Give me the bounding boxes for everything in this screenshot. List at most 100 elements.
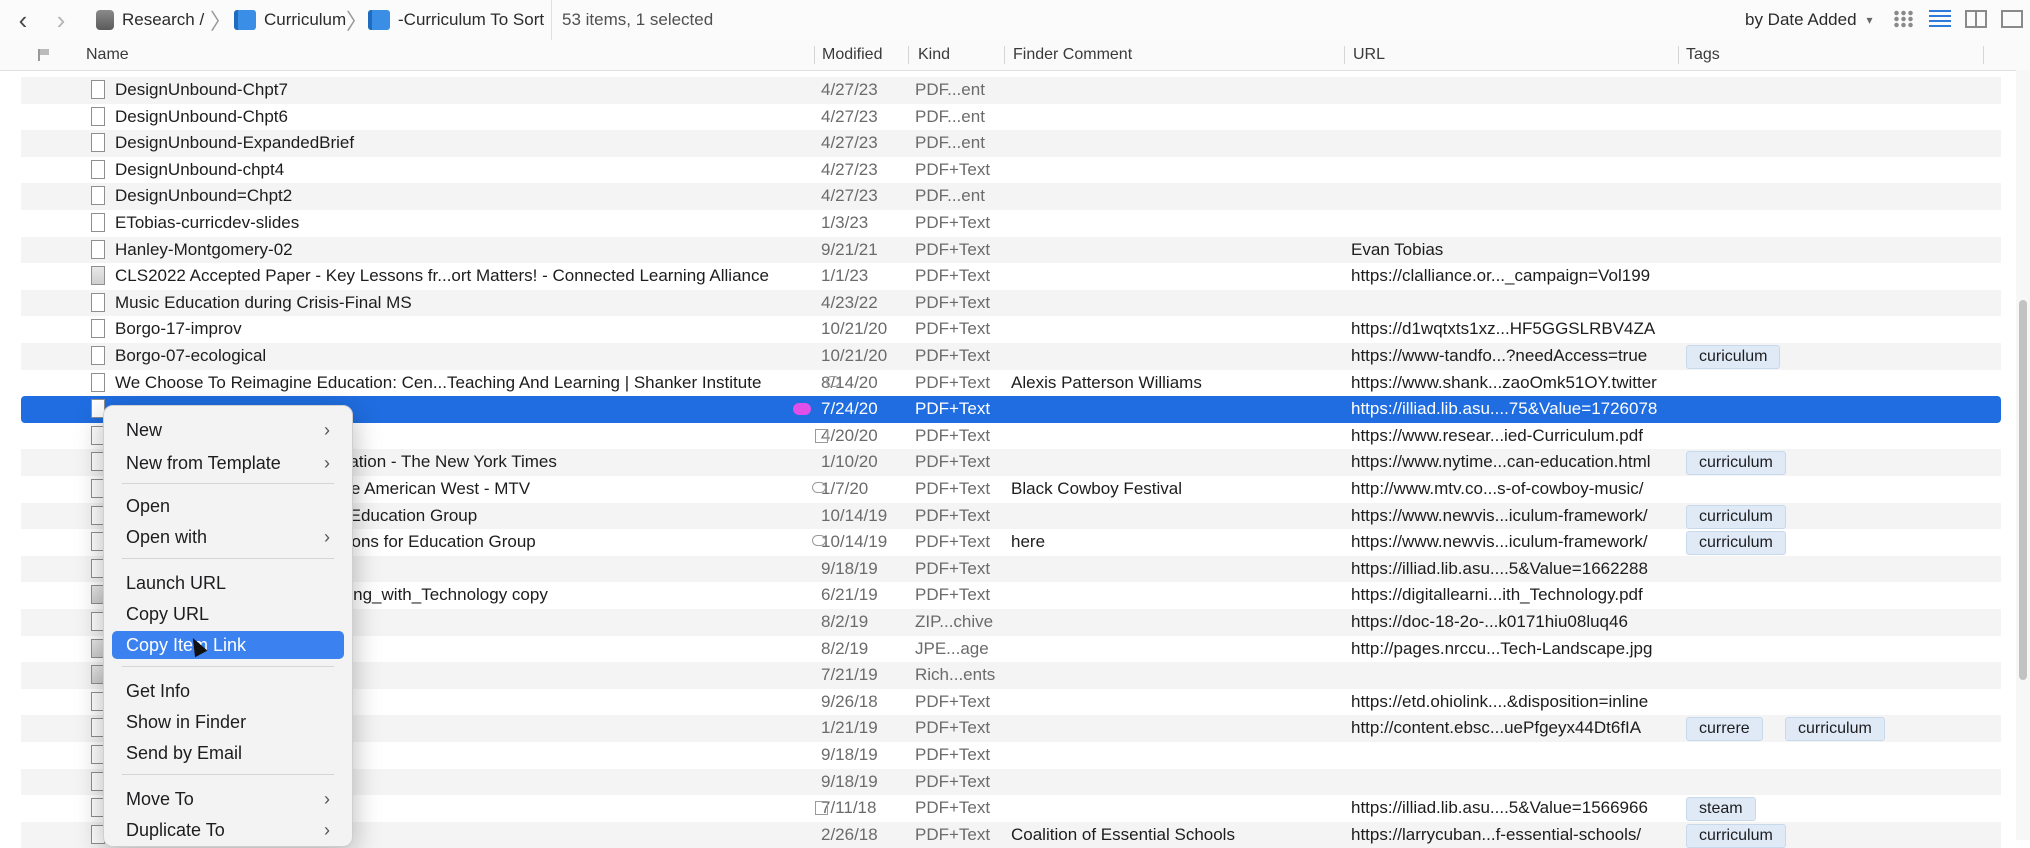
column-finder-comment[interactable]: Finder Comment [1013,40,1132,70]
table-row[interactable]: DesignUnbound-chpt4 4/27/23 PDF+Text [21,157,2001,184]
menu-item-copy-item-link[interactable]: Copy Item Link [112,631,344,659]
cell-finder-comment [1011,290,1341,317]
table-row[interactable]: DesignUnbound=Chpt2 4/27/23 PDF...ent [21,183,2001,210]
column-divider [908,46,909,64]
menu-item-get-info[interactable]: Get Info [112,677,344,705]
scrollbar-track[interactable] [2016,70,2030,840]
split-view-icon[interactable] [2001,10,2023,28]
cell-url: https://www.newvis...iculum-framework/ [1351,532,1648,552]
cell-url: https://digitallearni...ith_Technology.p… [1351,585,1643,605]
icon-view-icon[interactable] [1893,10,1915,28]
column-name[interactable]: Name [86,40,129,70]
cell-url [1351,183,1696,210]
table-row[interactable]: CLS2022 Accepted Paper - Key Lessons fr.… [21,263,2001,290]
cell-modified: 10/21/20 [821,319,888,339]
menu-item-open-with[interactable]: Open with › [112,523,344,551]
document-icon [91,346,105,365]
document-icon [91,133,105,153]
cell-finder-comment [1011,77,1341,104]
tag-badge[interactable]: curiculum [1686,345,1781,369]
table-row[interactable]: Borgo-07-ecological 10/21/20 PDF+Text https… [21,343,2001,370]
table-row[interactable]: Hanley-Montgomery-02 9/21/21 PDF+Text Evan … [21,236,2001,264]
forward-button[interactable]: › [50,0,72,40]
cell-modified: 2/26/18 [821,824,878,844]
tag-badge[interactable]: curriculum [1686,531,1786,556]
column-modified[interactable]: Modified [822,40,882,70]
menu-item-open[interactable]: Open [112,492,344,520]
cell-url: https://doc-18-2o-...k0171hiu08luq46 [1351,612,1628,631]
cell-modified: 9/18/19 [821,558,878,578]
cell-modified: 4/27/23 [821,80,878,99]
cell-finder-comment [1011,183,1341,210]
menu-item-new[interactable]: New › [112,416,344,444]
cell-finder-comment [1011,636,1341,663]
cell-finder-comment [1011,449,1341,476]
breadcrumb-research[interactable]: Research / [96,0,204,40]
menu-separator [122,774,334,775]
menu-item-copy-url[interactable]: Copy URL [112,600,344,628]
toolbar-divider [551,0,552,40]
back-button[interactable]: ‹ [12,0,34,40]
column-tags[interactable]: Tags [1686,40,1720,70]
menu-item-launch-url[interactable]: Launch URL [112,569,344,597]
tag-badge[interactable]: currere [1686,717,1763,742]
cell-finder-comment [1011,556,1341,583]
menu-item-label: Get Info [126,681,191,701]
table-row[interactable]: Music Education during Crisis-Final MS 4/… [21,289,2001,317]
chevron-right-icon: › [324,453,330,473]
column-kind[interactable]: Kind [918,40,950,70]
tag-badge[interactable]: curriculum [1686,451,1786,476]
cell-finder-comment [1011,396,1341,423]
cell-kind: PDF+Text [915,239,991,259]
scrollbar-thumb[interactable] [2019,300,2027,680]
chevron-down-icon: ▾ [1866,13,1873,27]
table-row[interactable]: Borgo-17-improv 10/21/20 PDF+Text https://d… [21,316,2001,343]
menu-item-show-in-finder[interactable]: Show in Finder [112,708,344,736]
cell-modified: 1/3/23 [821,213,869,232]
column-url[interactable]: URL [1353,40,1385,70]
cell-name: Music Education during Crisis-Final MS [115,292,412,312]
sort-dropdown[interactable]: by Date Added ▾ [1745,0,1873,40]
table-row[interactable]: DesignUnbound-Chpt7 4/27/23 PDF...ent [21,77,2001,104]
menu-item-label: Copy Item Link [126,635,247,655]
cell-finder-comment: Alexis Patterson Williams [1011,372,1202,392]
cell-kind: PDF...ent [915,133,985,153]
comment-icon [812,535,826,547]
table-row[interactable]: ETobias-curricdev-slides 1/3/23 PDF+Text [21,210,2001,237]
menu-item-send-by-email[interactable]: Send by Email [112,739,344,767]
column-view-icon[interactable] [1965,10,1987,28]
menu-separator [122,483,334,484]
cell-modified: 4/23/22 [821,292,878,312]
tag-badge[interactable]: curriculum [1686,823,1786,848]
cell-modified: 1/1/23 [821,266,869,286]
tag-badge[interactable]: curriculum [1686,504,1786,529]
group-icon [234,10,256,30]
breadcrumb-curriculum-to-sort[interactable]: -Curriculum To Sort [368,0,544,40]
group-icon [368,10,390,30]
menu-item-label: Move To [126,789,194,809]
cell-kind: PDF+Text [915,585,991,605]
table-row[interactable]: We Choose To Reimagine Education: Cen...… [21,370,2001,397]
table-row[interactable]: DesignUnbound-ExpandedBrief 4/27/23 PDF...… [21,130,2001,157]
cell-url: https://www.resear...ied-Curriculum.pdf [1351,425,1643,445]
tag-badge[interactable]: curriculum [1785,717,1885,742]
cell-modified: 10/14/19 [821,505,888,525]
annotation-icon [815,428,828,443]
cell-finder-comment [1011,503,1341,530]
cell-modified: 7/21/19 [821,665,878,685]
cell-name: Borgo-07-ecological [115,346,267,365]
cell-finder-comment [1011,263,1341,290]
cell-modified: 7/11/18 [821,798,877,818]
cell-url [1351,662,1696,689]
cell-name: CLS2022 Accepted Paper - Key Lessons fr.… [115,266,769,286]
cell-modified: 4/27/23 [821,133,878,153]
tag-badge[interactable]: steam [1686,797,1756,822]
flag-icon[interactable] [38,49,50,61]
list-view-icon[interactable] [1929,10,1951,28]
column-divider [1004,46,1005,64]
menu-item-move-to[interactable]: Move To › [112,785,344,813]
menu-item-new-from-template[interactable]: New from Template › [112,449,344,477]
cell-kind: PDF+Text [915,718,991,738]
breadcrumb-curriculum[interactable]: Curriculum [234,0,346,40]
table-row[interactable]: DesignUnbound-Chpt6 4/27/23 PDF...ent [21,104,2001,131]
